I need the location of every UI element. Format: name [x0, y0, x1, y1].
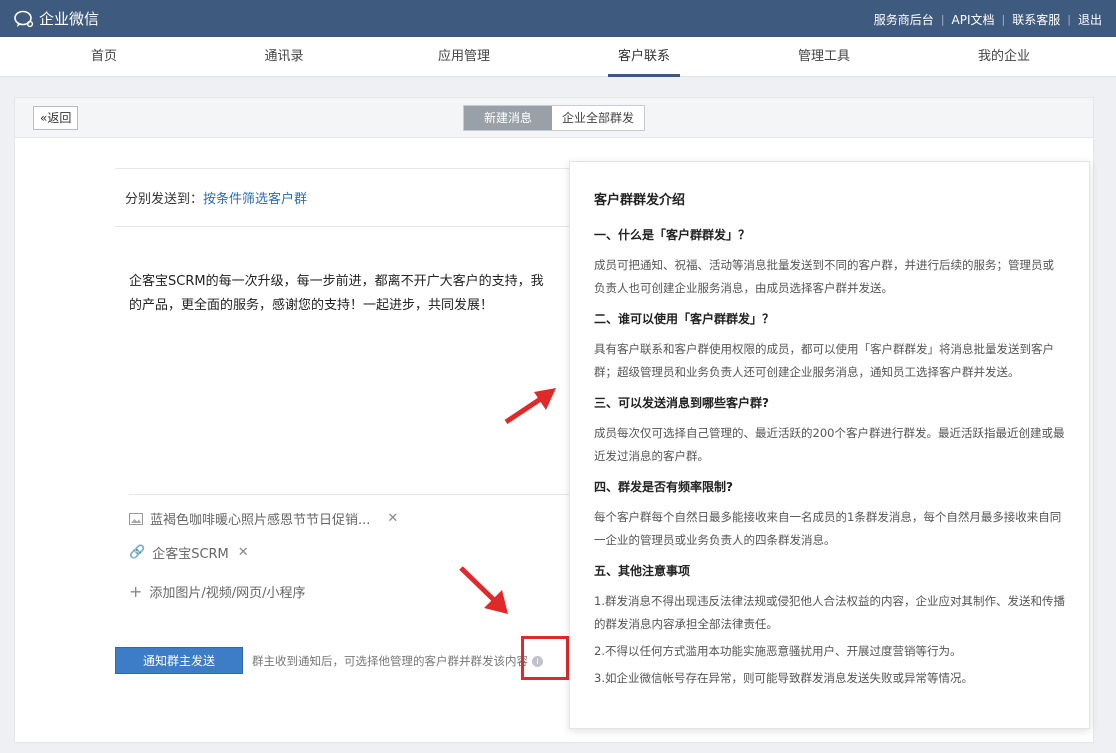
intro-section-title: 三、可以发送消息到哪些客户群? [594, 396, 769, 410]
intro-note: 1.群发消息不得出现违反法律法规或侵犯他人合法权益的内容，企业应对其制作、发送和… [594, 594, 1065, 631]
intro-note: 2.不得以任何方式滥用本功能实施恶意骚扰用户、开展过度营销等行为。 [594, 644, 962, 658]
tab-customer-contact[interactable]: 客户联系 [594, 37, 694, 77]
remove-attachment-icon[interactable]: ✕ [238, 545, 249, 560]
divider [115, 168, 575, 169]
provider-backend-link[interactable]: 服务商后台 [874, 11, 934, 28]
logout-link[interactable]: 退出 [1078, 11, 1102, 28]
top-links: 服务商后台 | API文档 | 联系客服 | 退出 [874, 11, 1102, 28]
back-label: 返回 [47, 111, 72, 125]
notify-owner-send-button[interactable]: 通知群主发送 [115, 647, 243, 674]
back-button[interactable]: «返回 [33, 106, 79, 130]
attachment-link-name: 企客宝SCRM [152, 547, 229, 562]
logo[interactable]: 企业微信 [14, 8, 99, 29]
panel-header: «返回 新建消息 企业全部群发 [15, 98, 1093, 138]
divider [129, 494, 575, 495]
separator: | [1067, 13, 1071, 26]
message-line: 的产品，更全面的服务，感谢您的支持！一起进步，共同发展！ [129, 298, 494, 313]
intro-section-title: 五、其他注意事项 [594, 564, 691, 578]
tab-contacts[interactable]: 通讯录 [234, 37, 334, 77]
tab-new-message[interactable]: 新建消息 [464, 106, 553, 130]
intro-note: 3.如企业微信帐号存在异常，则可能导致群发消息发送失败或异常等情况。 [594, 671, 973, 685]
intro-section-title: 二、谁可以使用「客户群群发」？ [594, 312, 775, 326]
add-media-button[interactable]: + 添加图片/视频/网页/小程序 [129, 582, 306, 601]
wecom-logo-icon [14, 10, 34, 27]
message-line: 企客宝SCRM的每一次升级，每一步前进，都离不开广大客户的支持，我 [129, 274, 544, 289]
separator: | [940, 13, 945, 26]
tab-management-tools[interactable]: 管理工具 [774, 37, 874, 77]
intro-section-title: 四、群发是否有频率限制? [594, 480, 733, 494]
send-to-filter-link[interactable]: 按条件筛选客户群 [203, 192, 307, 207]
send-tip: 群主收到通知后，可选择他管理的客户群并群发该内容 i [252, 653, 543, 669]
group-broadcast-intro-panel: 客户群群发介绍 一、什么是「客户群群发」？ 成员可把通知、祝福、活动等消息批量发… [569, 161, 1090, 729]
annotation-highlight-box [521, 636, 569, 680]
attachment-image-item: 蓝褐色咖啡暖心照片感恩节节日促销... ✕ [129, 509, 398, 528]
logo-text: 企业微信 [39, 10, 100, 28]
tab-home[interactable]: 首页 [54, 37, 154, 77]
tab-enterprise-broadcast[interactable]: 企业全部群发 [552, 106, 645, 130]
attachment-link-item: 🔗 企客宝SCRM ✕ [129, 543, 249, 562]
intro-title: 客户群群发介绍 [594, 193, 686, 208]
tab-app-management[interactable]: 应用管理 [414, 37, 514, 77]
image-icon [129, 512, 143, 525]
contact-support-link[interactable]: 联系客服 [1012, 11, 1060, 28]
remove-attachment-icon[interactable]: ✕ [387, 511, 398, 526]
plus-icon: + [129, 582, 143, 601]
api-docs-link[interactable]: API文档 [952, 11, 995, 28]
divider [115, 226, 575, 227]
intro-section-body: 成员每次仅可选择自己管理的、最近活跃的200个客户群进行群发。最近活跃指最近创建… [594, 426, 1065, 463]
separator: | [1001, 13, 1006, 26]
intro-section-title: 一、什么是「客户群群发」？ [594, 228, 751, 242]
add-media-label: 添加图片/视频/网页/小程序 [149, 586, 306, 601]
main-nav: 首页 通讯录 应用管理 客户联系 管理工具 我的企业 [0, 37, 1116, 77]
link-icon: 🔗 [129, 545, 146, 560]
intro-section-body: 具有客户联系和客户群使用权限的成员，都可以使用「客户群群发」将消息批量发送到客户… [594, 342, 1054, 379]
send-tip-text: 群主收到通知后，可选择他管理的客户群并群发该内容 [252, 654, 528, 668]
top-bar: 企业微信 服务商后台 | API文档 | 联系客服 | 退出 [0, 0, 1116, 37]
intro-section-body: 成员可把通知、祝福、活动等消息批量发送到不同的客户群，并进行后续的服务；管理员或… [594, 258, 1054, 295]
send-to-label: 分别发送到： [125, 192, 204, 207]
intro-section-body: 每个客户群每个自然日最多能接收来自一名成员的1条群发消息，每个自然月最多接收来自… [594, 510, 1062, 547]
tab-my-enterprise[interactable]: 我的企业 [954, 37, 1054, 77]
message-type-switch: 新建消息 企业全部群发 [463, 105, 646, 131]
message-editor[interactable]: 企客宝SCRM的每一次升级，每一步前进，都离不开广大客户的支持，我 的产品，更全… [129, 270, 573, 318]
send-to-row: 分别发送到：按条件筛选客户群 [125, 188, 307, 207]
attachment-image-name: 蓝褐色咖啡暖心照片感恩节节日促销... [150, 513, 371, 528]
